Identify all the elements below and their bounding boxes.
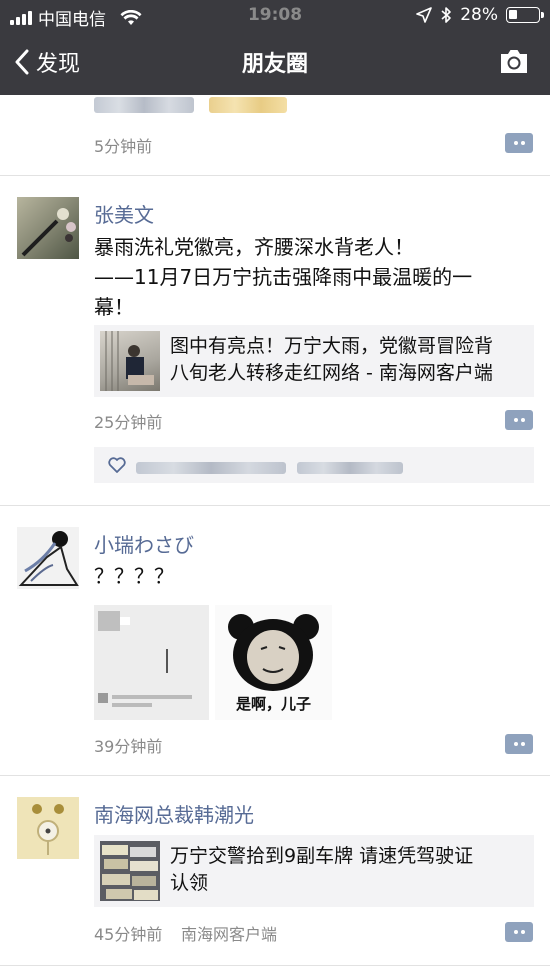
post-nickname[interactable]: 小瑞わさび [94, 529, 194, 558]
post-source[interactable]: 南海网客户端 [181, 921, 277, 945]
link-thumbnail [100, 841, 160, 901]
avatar-image [17, 797, 79, 859]
panda-meme-icon [228, 614, 319, 691]
post-text-line: 幕！ [94, 295, 134, 319]
top-bar: 中国电信 19:08 28% 发现 朋友圈 [0, 0, 550, 95]
location-icon [416, 7, 433, 23]
battery-percent: 28% [460, 5, 498, 25]
post-text-line: ——11月7日万宁抗击强降雨中最温暖的一 [94, 265, 473, 289]
post-divider [0, 965, 550, 966]
photo-thumbnail[interactable] [94, 605, 209, 720]
link-title: 图中有亮点！万宁大雨，党徽哥冒险背 八旬老人转移走红网络 - 南海网客户端 [170, 333, 530, 387]
link-title: 万宁交警拾到9副车牌 请速凭驾驶证 认领 [170, 843, 530, 897]
post-time: 45分钟前 [94, 925, 163, 944]
moments-feed[interactable]: 5分钟前 张美文 暴雨洗礼党徽亮，齐腰深水背老人！ ——11月7日万宁抗击强降雨… [0, 95, 550, 978]
blurred-content [94, 97, 288, 117]
battery-icon [506, 7, 544, 23]
link-card[interactable]: 万宁交警拾到9副车牌 请速凭驾驶证 认领 [94, 835, 534, 907]
bluetooth-icon [441, 7, 452, 23]
link-title-line: 图中有亮点！万宁大雨，党徽哥冒险背 [170, 335, 494, 357]
comment-button[interactable] [505, 734, 533, 754]
avatar[interactable] [17, 197, 79, 259]
status-bar: 中国电信 19:08 28% [0, 0, 550, 32]
avatar[interactable] [17, 797, 79, 859]
avatar[interactable] [17, 527, 79, 589]
nav-bar: 发现 朋友圈 [0, 32, 550, 95]
link-card[interactable]: 图中有亮点！万宁大雨，党徽哥冒险背 八旬老人转移走红网络 - 南海网客户端 [94, 325, 534, 397]
likes-box [94, 447, 534, 483]
post-divider [0, 175, 550, 176]
post-nickname[interactable]: 张美文 [94, 199, 154, 228]
meme-caption: 是啊，儿子 [235, 695, 311, 713]
likes-names-blurred [136, 459, 404, 478]
post-time: 39分钟前 [94, 737, 163, 756]
link-title-line: 八旬老人转移走红网络 - 南海网客户端 [170, 362, 493, 384]
status-right: 28% [416, 5, 544, 25]
camera-icon[interactable] [498, 47, 530, 75]
avatar-image [21, 208, 76, 257]
heart-icon [108, 457, 126, 473]
post-divider [0, 505, 550, 506]
battery-fill [509, 10, 517, 19]
link-title-line: 认领 [170, 872, 209, 894]
post-divider [0, 775, 550, 776]
link-title-line: 万宁交警拾到9副车牌 请速凭驾驶证 [170, 845, 474, 867]
post-text-line: 暴雨洗礼党徽亮，齐腰深水背老人！ [94, 235, 414, 259]
post-text: ？？？？ [94, 564, 174, 588]
page-title: 朋友圈 [241, 52, 308, 77]
post-text: 暴雨洗礼党徽亮，齐腰深水背老人！ ——11月7日万宁抗击强降雨中最温暖的一 幕！ [94, 232, 534, 322]
meme-image[interactable]: 是啊，儿子 [215, 605, 332, 720]
comment-button[interactable] [505, 410, 533, 430]
comment-button[interactable] [505, 922, 533, 942]
comment-button[interactable] [505, 133, 533, 153]
link-thumbnail [100, 331, 160, 391]
post-time: 25分钟前 [94, 413, 163, 432]
avatar-image [18, 531, 79, 586]
post-time: 5分钟前 [94, 137, 153, 156]
post-nickname[interactable]: 南海网总裁韩潮光 [94, 799, 254, 828]
